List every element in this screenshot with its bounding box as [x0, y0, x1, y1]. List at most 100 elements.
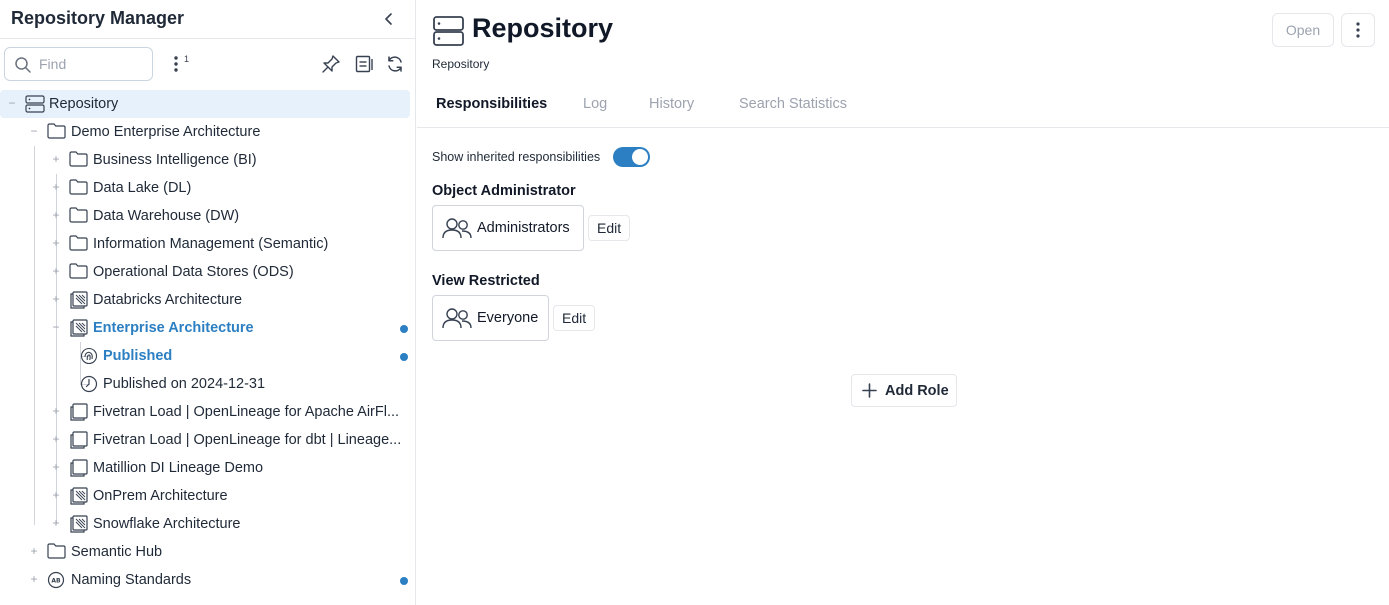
- tree-item-label: Naming Standards: [71, 572, 192, 588]
- show-inherited-label: Show inherited responsibilities: [432, 150, 601, 164]
- stacked-model-icon: [69, 319, 88, 337]
- users-icon: [442, 308, 472, 329]
- naming-standards-icon: AB: [47, 571, 65, 589]
- tree-item-published-on-2024-12-31[interactable]: Published on 2024-12-31: [0, 370, 412, 398]
- expand-icon[interactable]: +: [50, 237, 62, 249]
- tree-item-fivetran-load-openlineage-for-apache-airfl[interactable]: + Fivetran Load | OpenLineage for Apache …: [0, 398, 412, 426]
- expand-icon[interactable]: +: [28, 545, 40, 557]
- expand-icon[interactable]: +: [50, 517, 62, 529]
- tree-item-data-lake-dl[interactable]: + Data Lake (DL): [0, 174, 412, 202]
- filter-count-badge: 1: [184, 54, 190, 64]
- tree-item-published[interactable]: Published: [0, 342, 412, 370]
- model-copy-icon: [69, 459, 88, 477]
- server-icon: [433, 16, 464, 46]
- tab-search-statistics[interactable]: Search Statistics: [739, 96, 847, 112]
- pin-button[interactable]: [319, 52, 343, 76]
- expand-icon[interactable]: +: [50, 405, 62, 417]
- role-member-label: Administrators: [477, 220, 570, 236]
- stacked-model-icon: [69, 487, 88, 505]
- edit-view-restricted-button[interactable]: Edit: [553, 305, 596, 331]
- expand-icon[interactable]: +: [50, 209, 62, 221]
- model-copy-icon: [69, 403, 88, 421]
- model-copy-icon: [69, 431, 88, 449]
- page-title: Repository: [472, 13, 614, 43]
- tree-item-matillion-di-lineage-demo[interactable]: + Matillion DI Lineage Demo: [0, 454, 412, 482]
- role-member-everyone[interactable]: Everyone: [432, 295, 549, 341]
- tree-item-label: Published on 2024-12-31: [103, 376, 266, 392]
- main-panel: Repository Repository Open Responsibilit…: [417, 0, 1389, 605]
- tree-item-data-warehouse-dw[interactable]: + Data Warehouse (DW): [0, 202, 412, 230]
- tree-item-information-management-semantic[interactable]: + Information Management (Semantic): [0, 230, 412, 258]
- expand-icon[interactable]: +: [50, 433, 62, 445]
- folder-icon: [69, 151, 88, 169]
- folder-icon: [69, 263, 88, 281]
- sidebar-title: Repository Manager: [11, 8, 185, 28]
- folder-icon: [47, 123, 66, 141]
- collapse-all-icon: [355, 55, 373, 73]
- stacked-model-icon: [69, 515, 88, 533]
- role-title-object-administrator: Object Administrator: [432, 183, 576, 199]
- modified-indicator-dot: [400, 577, 408, 585]
- collapse-icon[interactable]: −: [28, 125, 40, 137]
- tree-item-label: Matillion DI Lineage Demo: [93, 460, 264, 476]
- tree-item-snowflake-architecture[interactable]: + Snowflake Architecture: [0, 510, 412, 538]
- expand-icon[interactable]: +: [50, 181, 62, 193]
- tree-item-repository[interactable]: − Repository: [0, 90, 410, 118]
- clock-icon: [80, 375, 98, 393]
- tree-item-onprem-architecture[interactable]: + OnPrem Architecture: [0, 482, 412, 510]
- tree-item-label: Repository: [49, 96, 119, 112]
- fingerprint-icon: [80, 347, 98, 365]
- tree-item-label: Data Warehouse (DW): [93, 208, 240, 224]
- tree-item-fivetran-load-openlineage-for-dbt-lineage[interactable]: + Fivetran Load | OpenLineage for dbt | L…: [0, 426, 412, 454]
- edit-object-administrator-button[interactable]: Edit: [588, 215, 631, 241]
- expand-icon[interactable]: +: [50, 265, 62, 277]
- refresh-icon: [388, 56, 402, 72]
- find-input[interactable]: [39, 54, 147, 74]
- more-actions-button[interactable]: [1341, 13, 1375, 47]
- show-inherited-toggle[interactable]: [613, 147, 650, 167]
- role-member-administrators[interactable]: Administrators: [432, 205, 584, 251]
- tree-item-label: OnPrem Architecture: [93, 488, 228, 504]
- users-icon: [442, 218, 472, 239]
- filter-options-button[interactable]: [168, 53, 194, 75]
- refresh-button[interactable]: [383, 52, 407, 76]
- collapse-icon[interactable]: −: [6, 97, 18, 109]
- expand-icon[interactable]: +: [50, 293, 62, 305]
- svg-text:AB: AB: [51, 577, 61, 584]
- folder-icon: [69, 179, 88, 197]
- modified-indicator-dot: [400, 325, 408, 333]
- folder-icon: [47, 543, 66, 561]
- add-role-button[interactable]: Add Role: [851, 374, 957, 407]
- tree-item-naming-standards[interactable]: + AB Naming Standards: [0, 566, 412, 594]
- stacked-model-icon: [69, 291, 88, 309]
- folder-icon: [69, 207, 88, 225]
- tree-item-label: Business Intelligence (BI): [93, 152, 257, 168]
- tab-log[interactable]: Log: [583, 96, 607, 112]
- tab-responsibilities[interactable]: Responsibilities: [436, 96, 547, 112]
- open-button[interactable]: Open: [1272, 13, 1334, 47]
- tree-item-label: Fivetran Load | OpenLineage for Apache A…: [93, 404, 400, 420]
- tree-item-enterprise-architecture[interactable]: − Enterprise Architecture: [0, 314, 412, 342]
- tree-item-label: Data Lake (DL): [93, 180, 192, 196]
- chevron-left-icon: [385, 13, 392, 25]
- expand-icon[interactable]: +: [50, 461, 62, 473]
- expand-icon[interactable]: +: [50, 153, 62, 165]
- tree-item-databricks-architecture[interactable]: + Databricks Architecture: [0, 286, 412, 314]
- collapse-sidebar-button[interactable]: [378, 8, 400, 30]
- tree-item-semantic-hub[interactable]: + Semantic Hub: [0, 538, 412, 566]
- tab-history[interactable]: History: [649, 96, 694, 112]
- collapse-icon[interactable]: −: [50, 321, 62, 333]
- collapse-all-button[interactable]: [352, 52, 376, 76]
- tree-item-business-intelligence-bi[interactable]: + Business Intelligence (BI): [0, 146, 412, 174]
- expand-icon[interactable]: +: [50, 489, 62, 501]
- role-title-view-restricted: View Restricted: [432, 273, 540, 289]
- tab-bar: Responsibilities Log History Search Stat…: [417, 80, 1389, 128]
- expand-icon[interactable]: +: [28, 573, 40, 585]
- tree-item-label: Snowflake Architecture: [93, 516, 241, 532]
- tree-item-demo-enterprise-architecture[interactable]: − Demo Enterprise Architecture: [0, 118, 412, 146]
- tree-item-operational-data-stores-ods[interactable]: + Operational Data Stores (ODS): [0, 258, 412, 286]
- folder-icon: [69, 235, 88, 253]
- tree-item-label: Published: [103, 348, 173, 364]
- find-search-box[interactable]: [4, 47, 153, 81]
- tree-item-label: Demo Enterprise Architecture: [71, 124, 261, 140]
